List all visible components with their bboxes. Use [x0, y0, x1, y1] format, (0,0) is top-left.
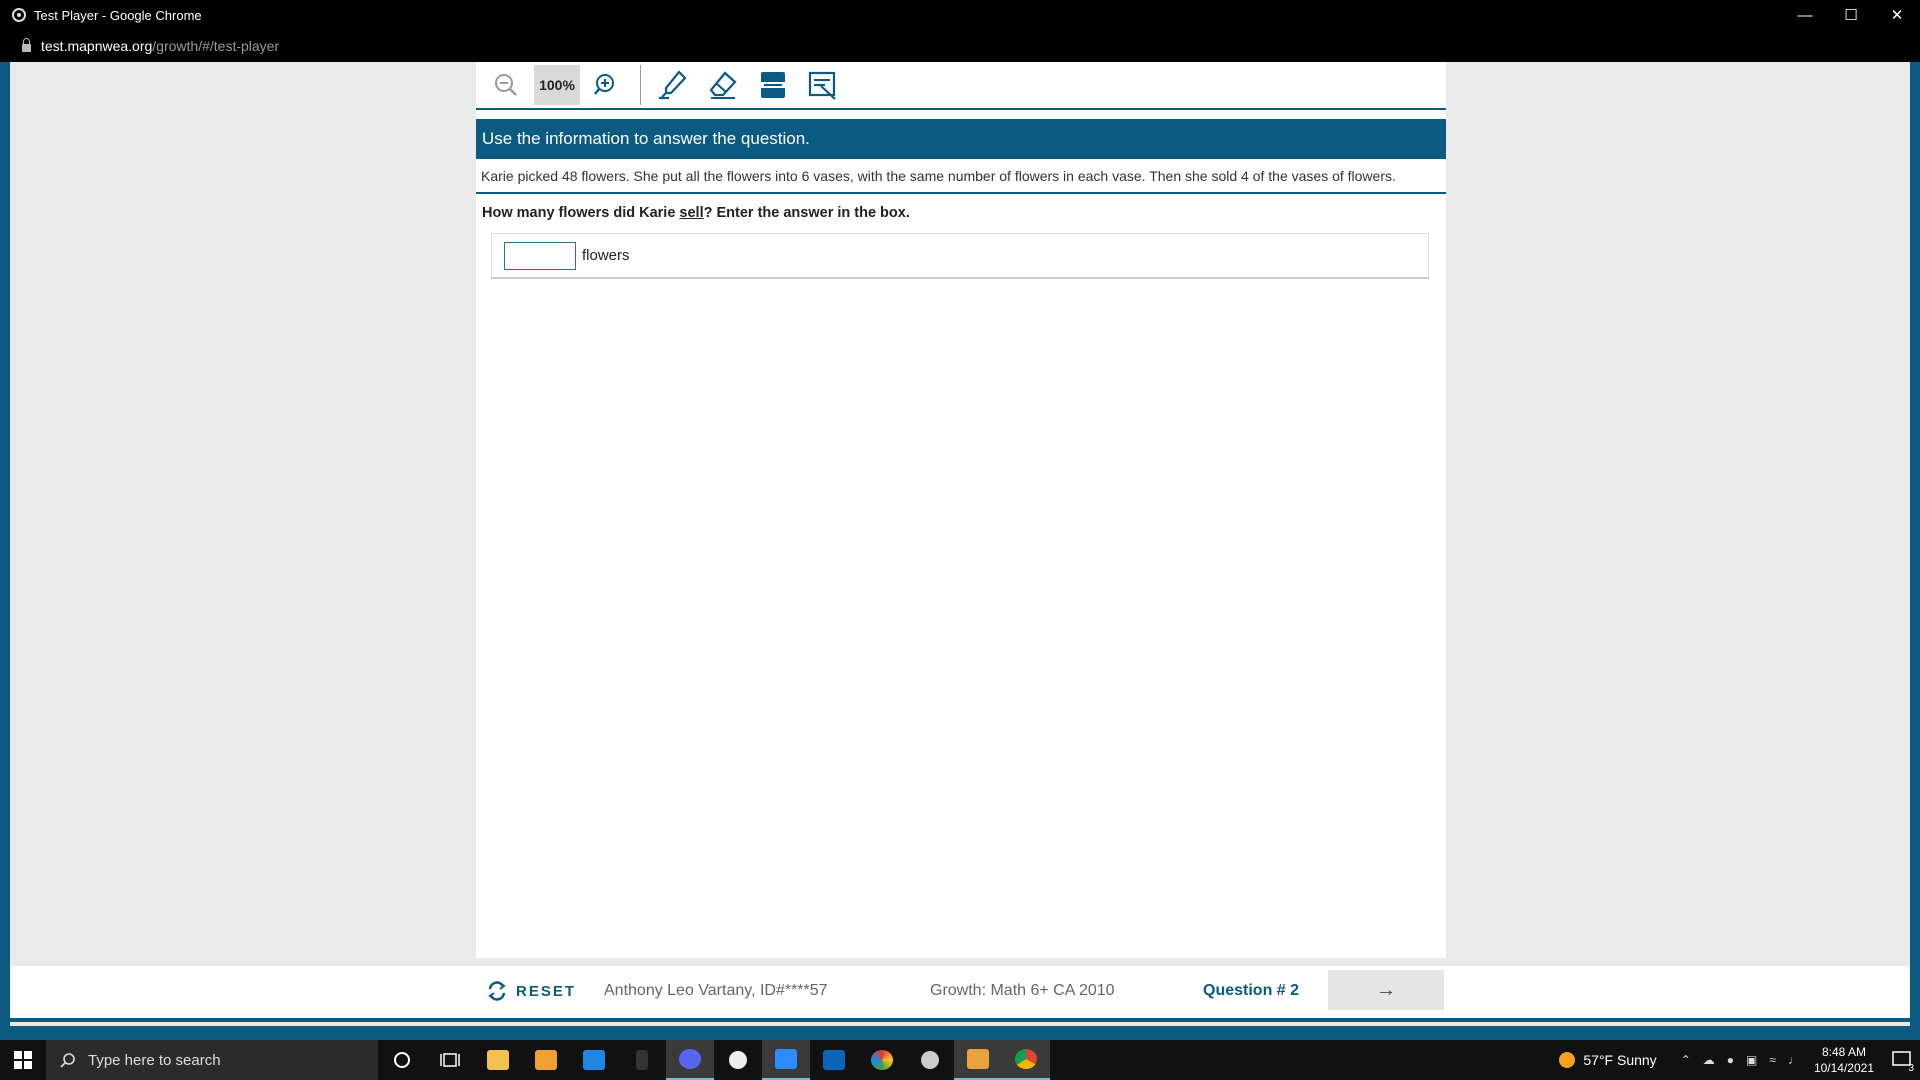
incognito-icon — [921, 1051, 939, 1069]
test-name: Growth: Math 6+ CA 2010 — [930, 982, 1115, 999]
clock-date: 10/14/2021 — [1813, 1061, 1874, 1075]
next-button[interactable]: → — [1328, 970, 1444, 1010]
volume-icon[interactable]: ♩ — [1788, 1053, 1800, 1067]
chrome-icon — [12, 8, 26, 22]
question-keyword: sell — [679, 205, 704, 221]
microphone-icon[interactable]: ● — [1727, 1053, 1734, 1067]
window-title: Test Player - Google Chrome — [34, 7, 202, 23]
windows-taskbar: Type here to search 57°F Sunny ⌃ ☁ ● ▣ ≈… — [0, 1040, 1920, 1080]
display-icon[interactable]: ▣ — [1746, 1053, 1757, 1067]
clock[interactable]: 8:48 AM 10/14/2021 — [1814, 1044, 1874, 1076]
windows-logo-icon — [14, 1051, 32, 1069]
notification-count: 3 — [1908, 1063, 1914, 1074]
cortana-button[interactable] — [378, 1040, 426, 1080]
refresh-icon — [488, 981, 506, 1001]
question-text: How many flowers did Karie sell? Enter t… — [476, 205, 1446, 221]
color-wheel-icon — [871, 1050, 893, 1070]
student-name: Anthony Leo Vartany, ID#****57 — [604, 982, 828, 999]
orange-app-icon — [967, 1049, 989, 1069]
cortana-icon — [394, 1052, 410, 1068]
window-controls: — ☐ ✕ — [1782, 0, 1920, 30]
mail-icon — [583, 1050, 605, 1070]
store-icon — [535, 1050, 557, 1070]
window-titlebar: Test Player - Google Chrome — ☐ ✕ — [0, 0, 1920, 30]
zoom-level: 100% — [534, 65, 580, 105]
task-view-button[interactable] — [426, 1040, 474, 1080]
taskbar-app-g[interactable] — [714, 1040, 762, 1080]
taskbar-search[interactable]: Type here to search — [46, 1040, 378, 1080]
chrome-taskbar-icon — [1015, 1049, 1037, 1069]
eraser-button[interactable] — [701, 65, 745, 105]
system-tray: 57°F Sunny ⌃ ☁ ● ▣ ≈ ♩ 8:48 AM 10/14/202… — [1559, 1040, 1920, 1080]
taskbar-file-explorer[interactable] — [474, 1040, 522, 1080]
onedrive-icon[interactable]: ☁ — [1703, 1053, 1715, 1067]
url-host: test.mapnwea.org — [41, 38, 153, 54]
taskbar-incognito[interactable] — [906, 1040, 954, 1080]
chevron-up-icon[interactable]: ⌃ — [1681, 1053, 1691, 1067]
lock-icon — [22, 37, 31, 52]
zoom-out-button[interactable] — [484, 65, 528, 105]
taskbar-color-app[interactable] — [858, 1040, 906, 1080]
arrow-right-icon: → — [1376, 978, 1396, 1001]
answer-area: flowers — [491, 233, 1429, 279]
folder-icon — [487, 1050, 509, 1070]
line-reader-button[interactable] — [751, 65, 795, 105]
address-bar[interactable]: test.mapnwea.org/growth/#/test-player — [0, 30, 1920, 62]
minimize-button[interactable]: — — [1782, 0, 1828, 30]
instruction-banner: Use the information to answer the questi… — [476, 119, 1446, 159]
toolbar-divider — [640, 65, 641, 105]
reset-button[interactable]: RESET — [486, 980, 576, 1002]
taskbar-chrome[interactable] — [1002, 1040, 1050, 1080]
weather-sun-icon — [1559, 1052, 1576, 1068]
question-number: Question # 2 — [1203, 982, 1300, 999]
app-icon — [636, 1050, 648, 1070]
wifi-icon[interactable]: ≈ — [1769, 1053, 1776, 1067]
taskbar-discord[interactable] — [666, 1040, 714, 1080]
search-placeholder: Type here to search — [88, 1051, 221, 1069]
url-path: /growth/#/test-player — [152, 38, 280, 54]
test-footer: RESET Anthony Leo Vartany, ID#****57 Gro… — [10, 966, 1910, 1022]
answer-input[interactable] — [504, 241, 576, 270]
taskbar-app-dim[interactable] — [618, 1040, 666, 1080]
highlighter-icon — [659, 70, 687, 100]
weather-text[interactable]: 57°F Sunny — [1583, 1052, 1656, 1068]
question-stem-end: ? Enter the answer in the box. — [703, 205, 910, 221]
zoom-in-icon — [594, 74, 614, 95]
zoom-app-icon — [775, 1049, 797, 1069]
start-button[interactable] — [0, 1040, 46, 1080]
test-item-panel: 100% Use the information to answer the q… — [476, 62, 1446, 958]
eraser-icon — [709, 71, 737, 99]
zoom-out-icon — [495, 74, 517, 96]
tools-toolbar: 100% — [476, 62, 1446, 110]
maximize-button[interactable]: ☐ — [1828, 0, 1874, 30]
g-app-icon — [729, 1051, 747, 1069]
photos-icon — [823, 1050, 845, 1070]
taskbar-app-orange[interactable] — [954, 1040, 1002, 1080]
search-icon — [60, 1053, 75, 1068]
reset-label: RESET — [516, 982, 577, 1000]
task-view-icon — [440, 1053, 460, 1067]
answer-unit-label: flowers — [582, 247, 630, 264]
action-center-button[interactable]: 3 — [1884, 1040, 1920, 1080]
taskbar-zoom[interactable] — [762, 1040, 810, 1080]
discord-icon — [679, 1049, 701, 1069]
close-button[interactable]: ✕ — [1874, 0, 1920, 30]
highlighter-button[interactable] — [651, 65, 695, 105]
answer-eliminator-icon — [808, 71, 836, 100]
answer-eliminator-button[interactable] — [801, 65, 845, 105]
question-stem-start: How many flowers did Karie — [482, 205, 680, 221]
passage-text: Karie picked 48 flowers. She put all the… — [476, 159, 1446, 194]
clock-time: 8:48 AM — [1821, 1045, 1866, 1059]
taskbar-photos[interactable] — [810, 1040, 858, 1080]
line-reader-icon — [761, 72, 785, 98]
taskbar-mail[interactable] — [570, 1040, 618, 1080]
taskbar-store[interactable] — [522, 1040, 570, 1080]
page-viewport: 100% Use the information to answer the q… — [10, 62, 1910, 1026]
zoom-in-button[interactable] — [584, 65, 628, 105]
